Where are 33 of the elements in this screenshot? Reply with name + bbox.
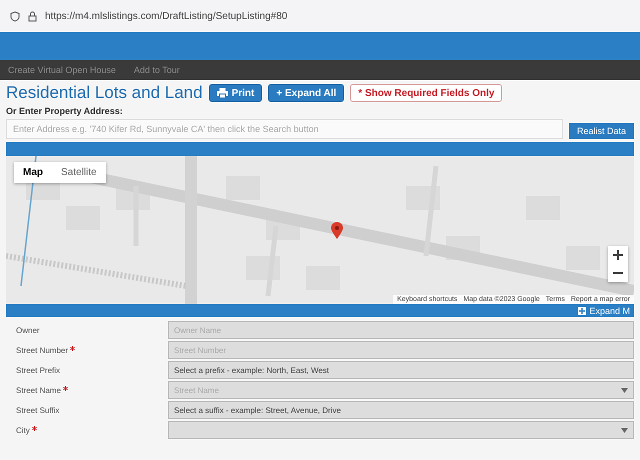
required-asterisk-icon xyxy=(62,386,68,390)
printer-icon xyxy=(216,88,228,98)
expand-map-button[interactable]: Expand M xyxy=(578,306,630,316)
plus-square-icon xyxy=(578,306,586,314)
field-label: Street Suffix xyxy=(15,406,60,414)
address-bar-url[interactable]: https://m4.mlslistings.com/DraftListing/SetupListing#80 xyxy=(45,10,288,22)
address-search-field[interactable]: Enter Address e.g. '740 Kifer Rd, Sunnyvale CA' then click the Search button xyxy=(6,119,563,139)
field-label: Street Prefix xyxy=(15,366,62,374)
address-label: Or Enter Property Address: xyxy=(6,106,124,116)
shield-icon xyxy=(10,10,20,22)
field-label: Street Number xyxy=(6,346,168,354)
realist-data-button[interactable]: Realist Data xyxy=(568,123,634,139)
zoom-in-button[interactable] xyxy=(608,246,628,264)
zoom-out-button[interactable] xyxy=(608,264,628,282)
required-asterisk-icon xyxy=(32,426,37,430)
field-label: City xyxy=(6,426,168,434)
map-type-tab[interactable]: Map xyxy=(14,162,52,183)
field-label: Owner xyxy=(15,326,41,334)
minus-icon xyxy=(613,272,623,274)
required-asterisk-icon xyxy=(70,346,76,350)
page-title: Residential Lots and Land xyxy=(6,83,203,103)
map-pin-icon xyxy=(331,222,343,239)
required-fields-button[interactable]: * Show Required Fields Only xyxy=(350,84,502,102)
dropdown-field[interactable]: Select a prefix - example: North, East, West xyxy=(168,361,634,379)
caret-icon xyxy=(621,428,628,432)
field-label: Street Name xyxy=(6,386,168,394)
print-button[interactable]: Print xyxy=(208,84,262,102)
lock-icon xyxy=(28,10,37,22)
caret-icon xyxy=(621,388,628,392)
map-type-tab[interactable]: Satellite xyxy=(52,162,106,183)
plus-icon xyxy=(613,250,623,260)
dropdown-field[interactable]: Select a suffix - example: Street, Avenue, Drive xyxy=(168,401,634,419)
expand-all-button[interactable]: + Expand All xyxy=(268,84,344,102)
